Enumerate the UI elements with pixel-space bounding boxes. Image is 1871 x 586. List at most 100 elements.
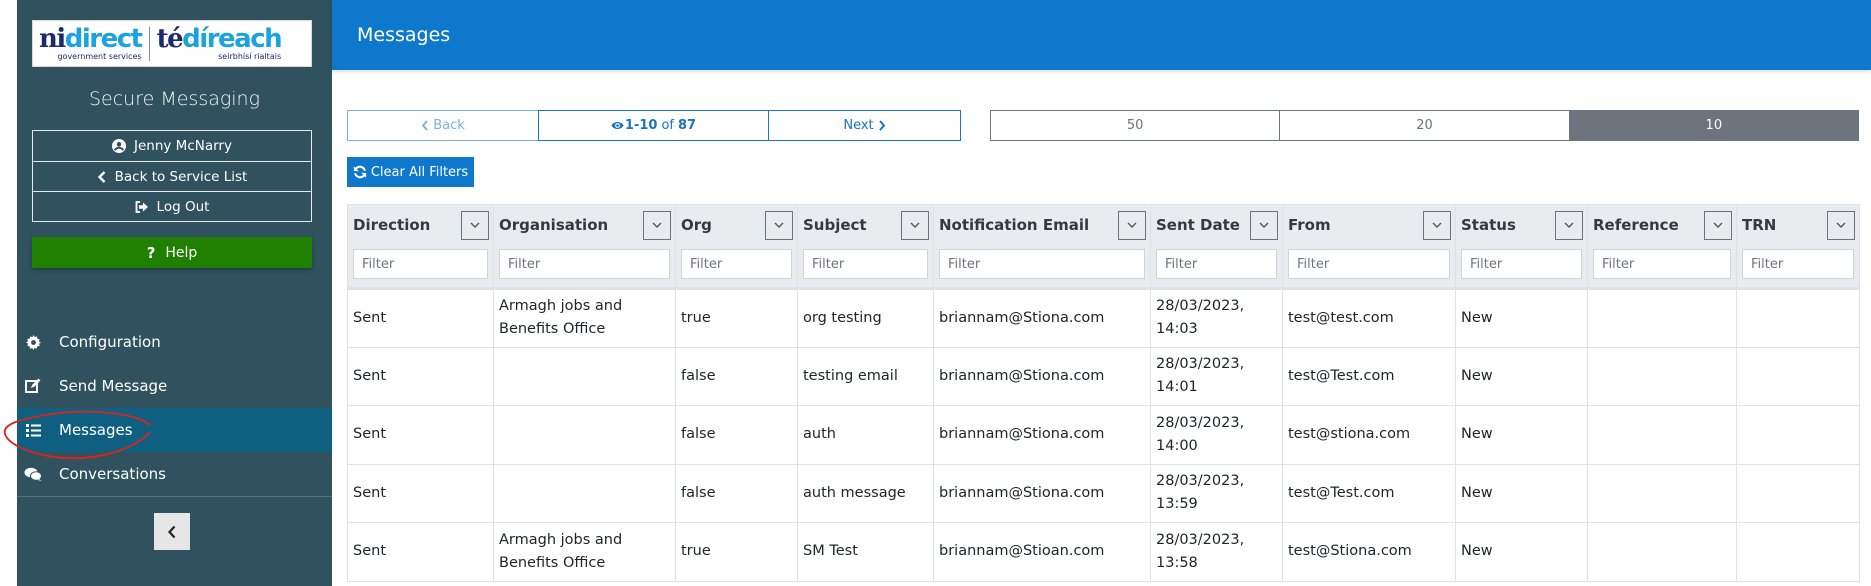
clear-all-filters-button[interactable]: Clear All Filters [347,157,474,187]
messages-table: Direction Organisation Org Subject Notificat… [347,204,1860,582]
column-menu-button[interactable] [1555,210,1583,240]
nav-item-send-message[interactable]: Send Message [17,364,332,408]
table-row[interactable]: Sent false auth message briannam@Stiona.com… [347,463,1860,523]
table-row[interactable]: Sent Armagh jobs and Benefits Office true S… [347,522,1860,582]
nav-item-messages[interactable]: Messages [17,408,332,452]
help-button[interactable]: ? Help [32,237,312,268]
page-size-10[interactable]: 10 [1568,111,1858,140]
cell-organisation [493,463,676,523]
cell-trn [1736,346,1860,406]
log-out-button[interactable]: Log Out [33,191,311,221]
column-label[interactable]: Direction [353,216,430,234]
column-label[interactable]: Notification Email [939,216,1089,234]
filter-wrapper [1737,245,1859,287]
column-header-organisation: Organisation [493,204,676,245]
cell-status: New [1455,288,1588,348]
next-page-button[interactable]: Next [769,110,961,141]
nav-item-conversations[interactable]: Conversations [17,452,332,496]
cell-notification-email: briannam@Stiona.com [933,463,1151,523]
column-label[interactable]: TRN [1742,216,1776,234]
cell-reference [1587,346,1737,406]
cell-sent-date: 28/03/2023, 14:00 [1150,405,1283,465]
column-menu-button[interactable] [1250,210,1278,240]
chevron-down-icon [774,222,784,229]
cell-org: true [675,522,798,582]
filter-input-organisation[interactable] [499,249,670,279]
sidebar: nidirect government services tédíreach s… [17,0,332,586]
filter-input-reference[interactable] [1593,249,1731,279]
chevron-down-icon [1259,222,1269,229]
filter-input-sent-date[interactable] [1156,249,1277,279]
cell-subject: org testing [797,288,934,348]
cell-organisation: Armagh jobs and Benefits Office [493,522,676,582]
column-header-from: From [1282,204,1456,245]
column-header-reference: Reference [1587,204,1737,245]
gear-icon [24,334,42,350]
user-profile-button[interactable]: Jenny McNarry [33,131,311,161]
table-row[interactable]: Sent false auth briannam@Stiona.com 28/03/20… [347,405,1860,465]
column-label[interactable]: Org [681,216,712,234]
edit-icon [24,378,42,394]
cell-org: true [675,288,798,348]
nav-item-configuration[interactable]: Configuration [17,320,332,364]
column-menu-button[interactable] [461,210,489,240]
filter-input-trn[interactable] [1742,249,1854,279]
filter-cell-reference [1587,245,1737,290]
back-to-service-list-button[interactable]: Back to Service List [33,161,311,191]
header-cell: TRN [1737,205,1859,245]
column-label[interactable]: Organisation [499,216,608,234]
collapse-sidebar-button[interactable] [154,513,190,550]
cell-status: New [1455,346,1588,406]
user-name: Jenny McNarry [134,138,232,154]
cell-reference [1587,405,1737,465]
page-size-20[interactable]: 20 [1279,111,1569,140]
column-label[interactable]: Sent Date [1156,216,1240,234]
nav-label: Conversations [59,465,166,483]
chevron-down-icon [1127,222,1137,229]
table-row[interactable]: Sent false testing email briannam@Stiona.co… [347,346,1860,406]
filter-input-from[interactable] [1288,249,1450,279]
chevron-down-icon [910,222,920,229]
filter-input-direction[interactable] [353,249,488,279]
cell-notification-email: briannam@Stiona.com [933,288,1151,348]
column-label[interactable]: Reference [1593,216,1679,234]
column-label[interactable]: Subject [803,216,867,234]
logo-te: té [156,24,184,54]
cell-subject: SM Test [797,522,934,582]
cell-subject: auth message [797,463,934,523]
header-cell: Reference [1588,205,1736,245]
chevron-left-icon [167,525,177,539]
column-menu-button[interactable] [643,210,671,240]
header-cell: Org [676,205,797,245]
filter-input-subject[interactable] [803,249,928,279]
column-label[interactable]: Status [1461,216,1516,234]
chevron-left-icon [97,170,107,183]
header-cell: Notification Email [934,205,1150,245]
column-menu-button[interactable] [1118,210,1146,240]
cell-direction: Sent [347,405,494,465]
list-icon [24,423,42,437]
nidirect-logo[interactable]: nidirect government services tédíreach s… [32,20,312,67]
pagination: Back 1-10 of 87 Next [347,110,961,141]
column-menu-button[interactable] [765,210,793,240]
table-row[interactable]: Sent Armagh jobs and Benefits Office true o… [347,288,1860,348]
cell-trn [1736,463,1860,523]
header-cell: From [1283,205,1455,245]
column-menu-button[interactable] [901,210,929,240]
back-page-button[interactable]: Back [347,110,538,141]
filter-input-status[interactable] [1461,249,1582,279]
filter-input-notification-email[interactable] [939,249,1145,279]
cell-organisation [493,346,676,406]
chevron-down-icon [652,222,662,229]
page-size-50[interactable]: 50 [991,111,1280,140]
logo-direct: direct [64,24,143,54]
column-label[interactable]: From [1288,216,1331,234]
question-icon: ? [146,243,156,262]
column-menu-button[interactable] [1827,210,1855,240]
column-menu-button[interactable] [1423,210,1451,240]
filter-input-org[interactable] [681,249,792,279]
filter-cell-status [1455,245,1588,290]
filter-wrapper [676,245,797,287]
column-menu-button[interactable] [1704,210,1732,240]
page-size-selector: 50 20 10 [990,110,1859,141]
